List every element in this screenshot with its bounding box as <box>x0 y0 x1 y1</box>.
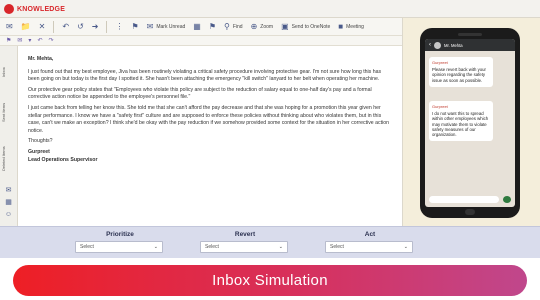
more-icon[interactable]: ⋮ <box>115 22 123 31</box>
email-sign-name: Gurpreet <box>28 148 50 155</box>
zoom-label: Zoom <box>260 23 274 30</box>
send-icon[interactable] <box>503 196 511 203</box>
envelope-small-icon[interactable]: ✉ <box>17 38 22 44</box>
tab-inbox[interactable]: Inbox <box>1 58 17 86</box>
email-paragraph: I just found out that my best employee, … <box>28 68 382 83</box>
toolbar-divider <box>53 20 55 33</box>
message-text: Please revert back with your opinion reg… <box>432 67 486 83</box>
chevron-down-icon: ⌄ <box>153 244 158 250</box>
mail-icon[interactable]: ✉ <box>3 186 14 195</box>
simulation-banner: Inbox Simulation <box>13 265 527 296</box>
meeting-button[interactable]: ■ Meeting <box>338 21 364 31</box>
prioritize-group: Prioritize Select ⌄ <box>75 231 165 253</box>
email-toolbar: ✉ 📁 ✕ ↶ ↺ ➜ ⋮ ⚑ ✉ Mark Unread ▦ ⚑ ⚲ Find… <box>0 18 402 36</box>
email-paragraph: I just came back from telling her know t… <box>28 104 389 134</box>
email-paragraph: Our protective gear policy states that "… <box>28 86 372 101</box>
zoom-icon: ⊕ <box>250 21 258 31</box>
phone-frame: ‹ Mr. Mehta Gurpreet Please revert back … <box>420 28 520 218</box>
email-greeting: Mr. Mehta, <box>28 56 54 62</box>
tag-icon[interactable]: ⚑ <box>131 22 138 31</box>
folder-rail: Inbox Sent Items Deleted Items ✉ ▦ ☺ <box>0 46 18 226</box>
phone-panel: ‹ Mr. Mehta Gurpreet Please revert back … <box>402 18 540 226</box>
top-bar: KNOWLEDGE <box>0 0 540 18</box>
tab-deleted-items[interactable]: Deleted Items <box>1 138 17 180</box>
revert-select-value: Select <box>205 244 219 250</box>
tab-sent-items[interactable]: Sent Items <box>1 94 17 130</box>
redo-icon[interactable]: ↷ <box>48 38 53 44</box>
act-select[interactable]: Select ⌄ <box>325 241 413 253</box>
revert-select[interactable]: Select ⌄ <box>200 241 288 253</box>
act-group: Act Select ⌄ <box>325 231 415 253</box>
meeting-label: Meeting <box>346 23 364 30</box>
email-paragraph: Thoughts? <box>28 138 53 145</box>
mark-unread-label: Mark Unread <box>156 23 186 30</box>
app-logo: KNOWLEDGE <box>4 3 65 15</box>
find-label: Find <box>232 23 243 30</box>
toolbar-divider <box>106 20 108 33</box>
email-sign-title: Lead Operations Supervisor <box>28 156 98 163</box>
mark-unread-icon: ✉ <box>146 21 154 31</box>
calendar-icon[interactable]: ▦ <box>3 198 14 207</box>
send-to-onenote-label: Send to OneNote <box>291 23 331 30</box>
chevron-down-icon: ⌄ <box>278 244 283 250</box>
phone-screen: ‹ Mr. Mehta Gurpreet Please revert back … <box>425 39 515 207</box>
revert-label: Revert <box>234 231 256 238</box>
message-sender: Gurpreet <box>432 60 448 65</box>
reply-all-icon[interactable]: ↺ <box>77 22 84 31</box>
back-arrow-icon[interactable]: ‹ <box>429 42 431 48</box>
send-to-onenote-button[interactable]: ▣ Send to OneNote <box>281 21 331 31</box>
email-body: Mr. Mehta, I just found out that my best… <box>22 50 398 226</box>
chat-header: ‹ Mr. Mehta <box>425 39 515 51</box>
new-mail-icon[interactable]: ✉ <box>6 22 13 31</box>
logo-text: KNOWLEDGE <box>17 5 66 13</box>
logo-mark-icon <box>4 4 14 14</box>
forward-icon[interactable]: ➜ <box>92 22 99 31</box>
meeting-icon: ■ <box>338 21 344 31</box>
zoom-button[interactable]: ⊕ Zoom <box>250 21 274 31</box>
find-button[interactable]: ⚲ Find <box>224 21 243 31</box>
find-icon: ⚲ <box>224 21 230 31</box>
chat-message: Gurpreet Please revert back with your op… <box>429 57 493 87</box>
action-row: Prioritize Select ⌄ Revert Select ⌄ Act … <box>0 226 540 258</box>
categorize-icon[interactable]: ▦ <box>193 22 201 31</box>
phone-home-button <box>465 209 475 215</box>
mark-unread-button[interactable]: ✉ Mark Unread <box>146 21 186 31</box>
act-select-value: Select <box>330 244 344 250</box>
chat-contact-name: Mr. Mehta <box>444 42 463 48</box>
banner-area: Inbox Simulation <box>0 258 540 300</box>
people-icon[interactable]: ☺ <box>3 210 14 219</box>
chevron-down-icon[interactable]: ▾ <box>28 38 31 44</box>
prioritize-label: Prioritize <box>106 231 134 238</box>
prioritize-select-value: Select <box>80 244 94 250</box>
avatar <box>434 41 441 49</box>
banner-title: Inbox Simulation <box>212 272 328 289</box>
reply-icon[interactable]: ↶ <box>62 22 69 31</box>
chevron-down-icon: ⌄ <box>403 244 408 250</box>
delete-icon[interactable]: ✕ <box>39 22 46 31</box>
onenote-icon: ▣ <box>281 21 289 31</box>
chat-message: Gurpreet I do not want this to spread wi… <box>429 101 493 142</box>
act-label: Act <box>364 231 376 238</box>
undo-icon[interactable]: ↶ <box>37 38 42 44</box>
prioritize-select[interactable]: Select ⌄ <box>75 241 163 253</box>
flag-small-icon[interactable]: ⚑ <box>6 38 11 44</box>
format-bar: ⚑ ✉ ▾ ↶ ↷ <box>0 36 402 46</box>
revert-group: Revert Select ⌄ <box>200 231 290 253</box>
message-sender: Gurpreet <box>432 104 448 109</box>
folder-icon[interactable]: 📁 <box>21 22 31 31</box>
flag-icon[interactable]: ⚑ <box>209 22 216 31</box>
phone-notch <box>458 33 482 36</box>
chat-input[interactable] <box>429 196 499 203</box>
message-text: I do not want this to spread within othe… <box>432 111 489 138</box>
